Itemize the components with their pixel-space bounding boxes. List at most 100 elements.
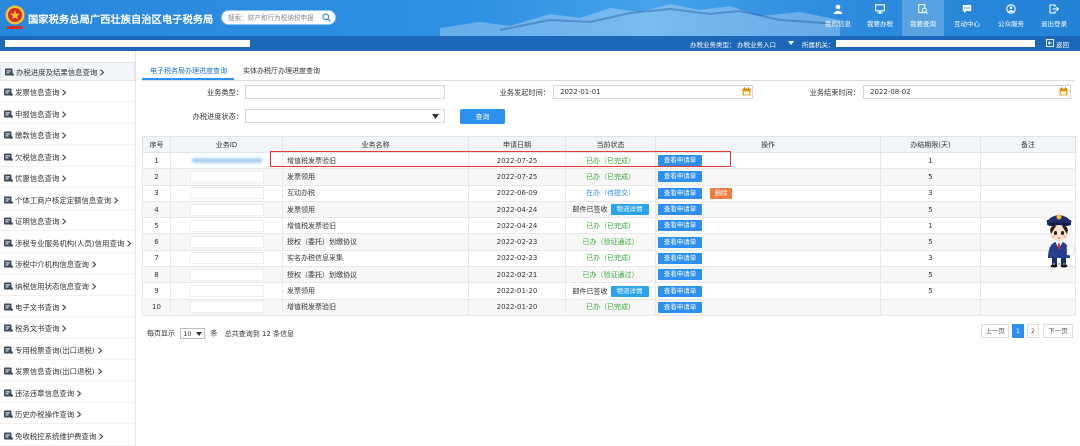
nav-logout[interactable]: 退出登录 (1033, 0, 1075, 36)
cell-seq: 1 (142, 151, 171, 170)
sidebar-item-text: 申报信息查询 (15, 109, 67, 120)
cell-business-id (170, 168, 283, 186)
payment-icon (4, 131, 13, 140)
sidebar-item[interactable]: 发票信息查询 (0, 83, 135, 103)
nav-label: 互动中心 (954, 20, 980, 28)
view-application-button[interactable]: 查看申请单 (658, 236, 702, 248)
prev-page-button[interactable]: 上一页 (981, 324, 1009, 338)
tab-hall-progress[interactable]: 实体办税厅办理进度查询 (243, 66, 320, 76)
sidebar-item-label: 违法违章信息查询 (15, 388, 75, 398)
view-application-button[interactable]: 查看申请单 (658, 187, 702, 199)
view-application-button[interactable]: 查看申请单 (658, 285, 702, 297)
status-text: 已办（已完成） (586, 254, 635, 263)
more-dots-icon[interactable] (1052, 262, 1066, 266)
query-button[interactable]: 查询 (460, 109, 505, 124)
page-size-control: 每页显示 10 条 总共查询到 12 条信息 (147, 328, 294, 339)
search-icon[interactable] (322, 13, 331, 22)
sidebar-item[interactable]: 发票信息查询(出口退税) (0, 362, 135, 382)
sidebar-item[interactable]: 免收税控系统维护费查询 (0, 427, 135, 446)
sidebar-item[interactable]: 办税进度及结果信息查询 (0, 62, 135, 81)
tab-etax-progress[interactable]: 电子税务局办理进度查询 (150, 66, 227, 76)
sidebar-item[interactable]: 历史办税操作查询 (0, 405, 135, 425)
start-date-input[interactable] (553, 85, 753, 99)
redacted-business-id (189, 236, 264, 249)
chevron-down-icon[interactable] (788, 41, 794, 45)
cell-business-name: 增值税发票验旧 (282, 298, 469, 316)
sidebar-item-text: 个体工商户核定定额信息查询 (15, 195, 119, 206)
status-text: 邮件已签收 (572, 287, 608, 296)
nav-query[interactable]: 我要查询 (902, 0, 944, 36)
delete-button[interactable]: 删除 (710, 187, 732, 199)
sidebar-item[interactable]: 涉税专业服务机构(人员)信用查询 (0, 234, 135, 253)
progress-status-select[interactable] (245, 109, 445, 123)
nav-public-service[interactable]: 公众服务 (990, 0, 1032, 36)
page-2-button[interactable]: 2 (1027, 324, 1039, 338)
end-date-input[interactable] (863, 85, 1071, 99)
logistics-detail-button[interactable]: 物流详情 (610, 204, 649, 216)
export-invoice-icon (4, 367, 13, 376)
sidebar-item-text: 办税进度及结果信息查询 (16, 67, 105, 78)
redacted-business-id (189, 268, 264, 281)
view-application-button[interactable]: 查看申请单 (658, 252, 702, 264)
table-row: 10 增值税发票验旧 2022-01-20 已办（已完成） 查看申请单 (142, 298, 1076, 316)
business-type-select[interactable]: 办税业务入口 (737, 39, 776, 49)
sidebar-item-text: 电子文书查询 (15, 302, 67, 313)
sidebar-item[interactable]: 缴款信息查询 (0, 126, 135, 146)
sidebar-item[interactable]: 涉税中介机构信息查询 (0, 255, 135, 275)
search-box[interactable] (221, 10, 336, 25)
page-size-prefix: 每页显示 (147, 329, 175, 338)
calendar-icon[interactable] (742, 87, 751, 96)
assistant-mascot-icon[interactable] (1040, 208, 1078, 270)
sidebar-item[interactable]: 证明信息查询 (0, 212, 135, 232)
view-application-button[interactable]: 查看申请单 (658, 204, 702, 216)
sidebar-item-label: 发票信息查询(出口退税) (15, 367, 95, 377)
view-application-button[interactable]: 查看申请单 (658, 171, 702, 183)
search-input[interactable] (222, 11, 322, 24)
agency-icon (4, 260, 13, 268)
business-type-input[interactable] (245, 85, 445, 99)
sidebar-item-label: 电子文书查询 (15, 302, 60, 312)
sidebar-item[interactable]: 税务文书查询 (0, 319, 135, 339)
chevron-down-icon[interactable] (196, 332, 203, 336)
sidebar-item[interactable]: 欠税信息查询 (0, 148, 135, 167)
sidebar-item[interactable]: 个体工商户核定定额信息查询 (0, 191, 135, 210)
sidebar-item[interactable]: 纳税信用状态信息查询 (0, 277, 135, 296)
back-icon[interactable] (1046, 39, 1054, 47)
sidebar-item[interactable]: 专用税票查询(出口退税) (0, 341, 135, 360)
view-application-button[interactable]: 查看申请单 (658, 220, 702, 232)
logistics-detail-button[interactable]: 物流详情 (610, 285, 649, 297)
chevron-right-icon (113, 197, 119, 204)
sidebar-item-text: 违法违章信息查询 (15, 388, 82, 399)
cell-business-name: 实名办税信息采集 (282, 249, 469, 268)
nav-interaction[interactable]: 互动中心 (946, 0, 988, 36)
page-size-select[interactable]: 10 (180, 328, 206, 339)
nav-my-info[interactable]: 我的信息 (817, 0, 859, 36)
sidebar-item-label: 申报信息查询 (15, 109, 60, 119)
sidebar-item[interactable]: 违法违章信息查询 (0, 384, 135, 403)
chevron-right-icon (61, 154, 67, 161)
back-link[interactable]: 返回 (1056, 39, 1069, 49)
highlight-annotation-box (270, 151, 731, 167)
cell-business-name: 授权（委托）划缴协议 (282, 233, 469, 251)
discount-icon (4, 174, 13, 183)
sidebar-item-label: 纳税信用状态信息查询 (15, 281, 89, 291)
page-1-button[interactable]: 1 (1012, 324, 1024, 338)
cell-status: 已办（验证通过） (565, 233, 656, 251)
chevron-right-icon (126, 240, 132, 247)
next-page-button[interactable]: 下一页 (1043, 324, 1073, 338)
tax-ticket-icon (4, 346, 13, 354)
nav-do-tax[interactable]: 我要办税 (859, 0, 901, 36)
cell-actions: 查看申请单 (655, 249, 881, 268)
calendar-icon[interactable] (1059, 87, 1068, 96)
chevron-right-icon (76, 390, 82, 397)
status-text: 已办（已完成） (586, 221, 635, 230)
redacted-business-id (189, 285, 264, 298)
sidebar-item[interactable]: 优惠信息查询 (0, 169, 135, 189)
sidebar-item[interactable]: 电子文书查询 (0, 298, 135, 317)
sidebar-item[interactable]: 申报信息查询 (0, 105, 135, 124)
view-application-button[interactable]: 查看申请单 (658, 301, 702, 313)
cell-business-name: 互动办税 (282, 184, 469, 202)
chevron-down-icon[interactable] (432, 114, 439, 119)
view-application-button[interactable]: 查看申请单 (658, 269, 702, 281)
cell-actions: 查看申请单 (655, 266, 881, 284)
